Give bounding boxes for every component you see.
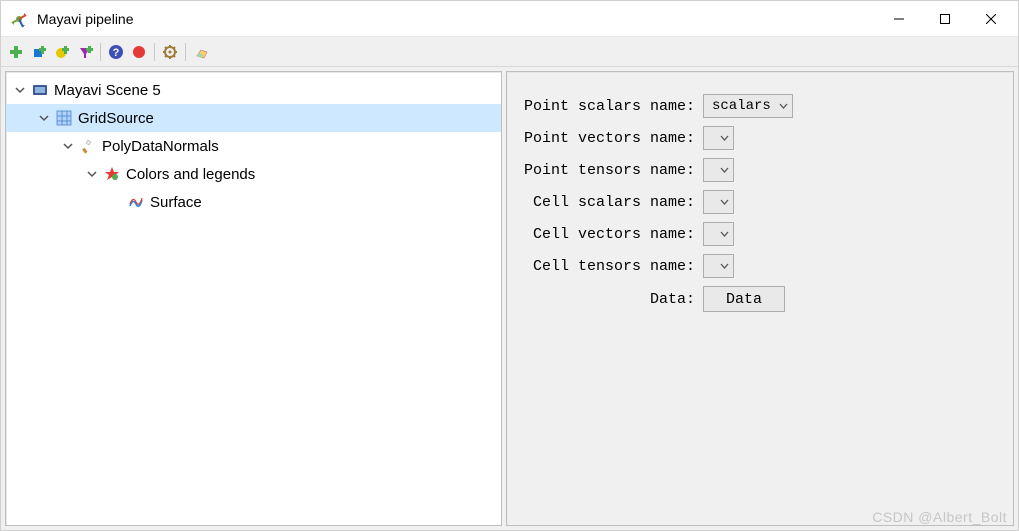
- button-label: Data: [726, 291, 762, 308]
- grid-source-icon: [56, 110, 72, 126]
- maximize-button[interactable]: [922, 3, 968, 35]
- tree-node-surface[interactable]: Surface: [6, 188, 501, 216]
- eraser-icon[interactable]: [190, 41, 212, 63]
- prop-label-point-tensors: Point tensors name:: [523, 158, 703, 182]
- settings-gear-icon[interactable]: [159, 41, 181, 63]
- add-icon[interactable]: [5, 41, 27, 63]
- properties-pane: Point scalars name: scalars Point vector…: [506, 71, 1014, 526]
- tree-node-colors-legends[interactable]: Colors and legends: [6, 160, 501, 188]
- expander-spacer: [108, 194, 124, 210]
- watermark: CSDN @Albert_Bolt: [872, 509, 1007, 525]
- scene-icon: [32, 82, 48, 98]
- toolbar: ?: [1, 37, 1018, 67]
- help-icon[interactable]: ?: [105, 41, 127, 63]
- chevron-down-icon: [720, 162, 729, 178]
- add-scene-icon[interactable]: [28, 41, 50, 63]
- chevron-down-icon: [720, 130, 729, 146]
- prop-label-point-scalars: Point scalars name:: [523, 94, 703, 118]
- titlebar: Mayavi pipeline: [1, 1, 1018, 37]
- window-title: Mayavi pipeline: [37, 11, 876, 27]
- record-icon[interactable]: [128, 41, 150, 63]
- point-scalars-combo[interactable]: scalars: [703, 94, 793, 118]
- add-module-icon[interactable]: [51, 41, 73, 63]
- cell-scalars-combo[interactable]: [703, 190, 734, 214]
- poly-normals-icon: [80, 138, 96, 154]
- cell-tensors-combo[interactable]: [703, 254, 734, 278]
- tree-node-label: GridSource: [78, 110, 154, 127]
- toolbar-separator: [154, 43, 155, 61]
- chevron-down-icon: [779, 98, 788, 114]
- chevron-down-icon: [720, 258, 729, 274]
- svg-text:?: ?: [113, 47, 120, 59]
- chevron-down-icon: [720, 194, 729, 210]
- prop-label-cell-scalars: Cell scalars name:: [523, 190, 703, 214]
- expander-icon[interactable]: [84, 166, 100, 182]
- combo-value: scalars: [712, 98, 771, 114]
- app-icon: [9, 9, 29, 29]
- toolbar-separator: [100, 43, 101, 61]
- point-tensors-combo[interactable]: [703, 158, 734, 182]
- prop-label-data: Data:: [523, 286, 703, 312]
- tree-pane[interactable]: Mayavi Scene 5 GridSource: [5, 71, 502, 526]
- expander-icon[interactable]: [60, 138, 76, 154]
- tree-node-label: Colors and legends: [126, 166, 255, 183]
- tree-node-gridsource[interactable]: GridSource: [6, 104, 501, 132]
- expander-icon[interactable]: [12, 82, 28, 98]
- minimize-button[interactable]: [876, 3, 922, 35]
- tree-node-scene[interactable]: Mayavi Scene 5: [6, 76, 501, 104]
- colors-legends-icon: [104, 166, 120, 182]
- tree-node-label: Surface: [150, 194, 202, 211]
- toolbar-separator: [185, 43, 186, 61]
- surface-icon: [128, 194, 144, 210]
- expander-icon[interactable]: [36, 110, 52, 126]
- client-area: Mayavi Scene 5 GridSource: [1, 67, 1018, 530]
- tree-node-polydatanormals[interactable]: PolyDataNormals: [6, 132, 501, 160]
- tree-node-label: Mayavi Scene 5: [54, 82, 161, 99]
- close-button[interactable]: [968, 3, 1014, 35]
- add-filter-icon[interactable]: [74, 41, 96, 63]
- prop-label-point-vectors: Point vectors name:: [523, 126, 703, 150]
- prop-label-cell-vectors: Cell vectors name:: [523, 222, 703, 246]
- point-vectors-combo[interactable]: [703, 126, 734, 150]
- prop-label-cell-tensors: Cell tensors name:: [523, 254, 703, 278]
- cell-vectors-combo[interactable]: [703, 222, 734, 246]
- chevron-down-icon: [720, 226, 729, 242]
- data-button[interactable]: Data: [703, 286, 785, 312]
- tree-node-label: PolyDataNormals: [102, 138, 219, 155]
